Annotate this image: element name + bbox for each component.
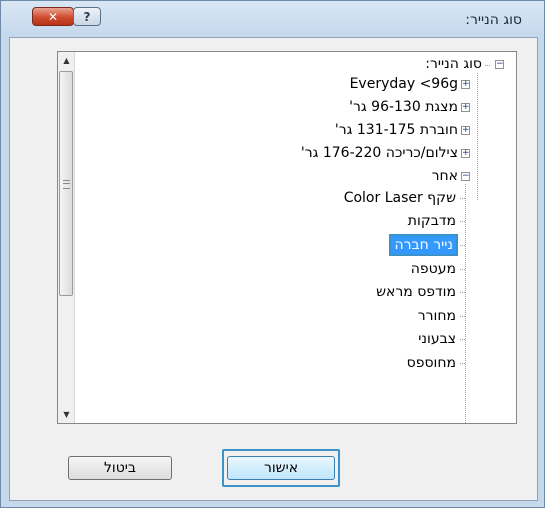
tree-node-presentation[interactable]: מצגת 96-130 גר' bbox=[349, 98, 458, 116]
close-button[interactable]: ✕ bbox=[32, 7, 74, 26]
cancel-button[interactable]: ביטול bbox=[68, 456, 172, 480]
scroll-down-icon[interactable]: ▼ bbox=[58, 406, 75, 423]
tree-node-photo-cover[interactable]: צילום/כריכה 176-220 גר' bbox=[301, 144, 458, 162]
collapse-icon[interactable]: − bbox=[495, 60, 504, 69]
title-bar: ✕ ? סוג הנייר: bbox=[1, 1, 544, 38]
tree-node-colored[interactable]: צבעוני bbox=[418, 330, 456, 348]
tree-node-other[interactable]: אחר bbox=[432, 167, 458, 185]
tree-node-letterhead[interactable]: נייר חברה bbox=[389, 234, 458, 256]
scroll-thumb[interactable] bbox=[59, 71, 73, 296]
tree-node-labels[interactable]: מדבקות bbox=[408, 212, 456, 230]
help-button[interactable]: ? bbox=[73, 7, 101, 26]
expand-icon[interactable]: + bbox=[461, 149, 470, 158]
tree-node-rough[interactable]: מחוספס bbox=[407, 354, 456, 372]
tree-node-root[interactable]: סוג הנייר: bbox=[425, 55, 482, 73]
tree-node-envelope[interactable]: מעטפה bbox=[411, 260, 456, 278]
close-icon: ✕ bbox=[47, 9, 59, 24]
paper-type-tree[interactable]: ▲ ▼ − סוג הנייר: + Everyday <96g + מצגת … bbox=[57, 51, 517, 424]
tree-node-brochure[interactable]: חוברת 131-175 גר' bbox=[335, 121, 458, 139]
tree-node-everyday[interactable]: Everyday <96g bbox=[350, 75, 458, 93]
scroll-up-icon[interactable]: ▲ bbox=[58, 52, 75, 69]
grip-icon bbox=[63, 180, 70, 189]
expand-icon[interactable]: + bbox=[461, 80, 470, 89]
vertical-scrollbar[interactable]: ▲ ▼ bbox=[58, 52, 75, 423]
tree-node-transparency[interactable]: שקף Color Laser bbox=[344, 189, 456, 207]
expand-icon[interactable]: + bbox=[461, 103, 470, 112]
collapse-icon[interactable]: − bbox=[461, 172, 470, 181]
tree-node-prepunched[interactable]: מחורר bbox=[418, 307, 456, 325]
ok-button[interactable]: אישור bbox=[227, 456, 335, 480]
help-icon: ? bbox=[83, 9, 91, 24]
dialog-window: ✕ ? סוג הנייר: ▲ ▼ − סוג הנייר: + Everyd… bbox=[0, 0, 545, 508]
tree-node-preprinted[interactable]: מודפס מראש bbox=[376, 283, 456, 301]
expand-icon[interactable]: + bbox=[461, 126, 470, 135]
window-title: סוג הנייר: bbox=[465, 12, 522, 28]
